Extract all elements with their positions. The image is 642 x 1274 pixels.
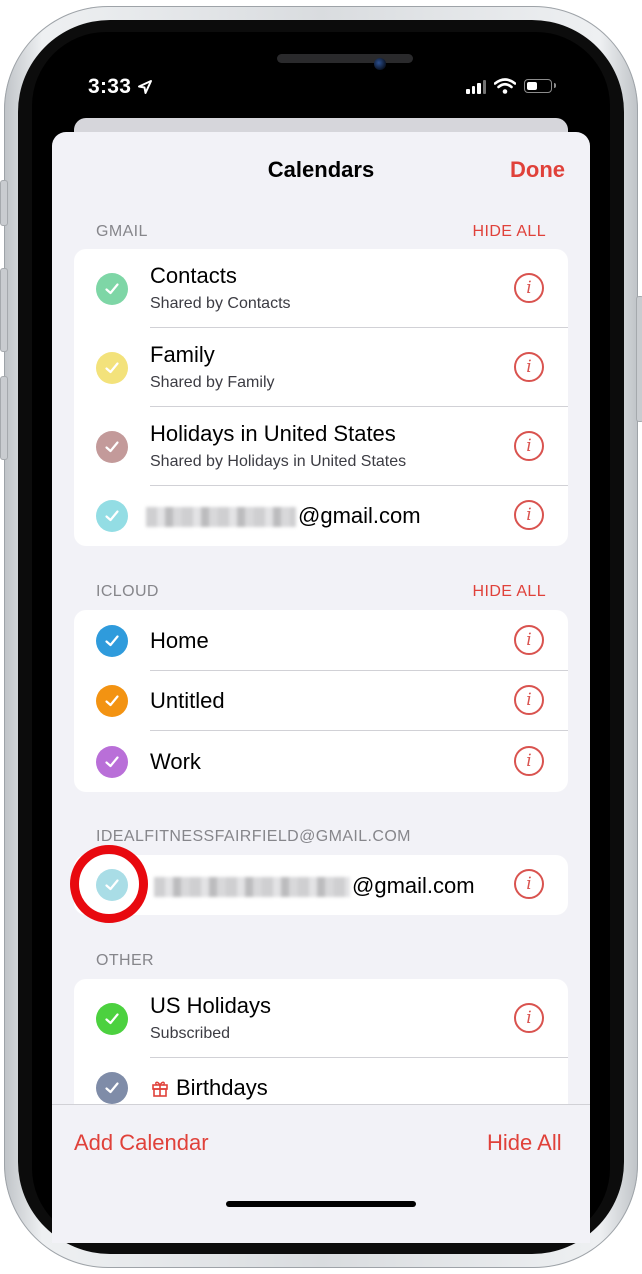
front-camera [374, 58, 386, 70]
checkmark-icon [105, 1013, 119, 1025]
calendar-title: Contacts [150, 263, 237, 288]
calendar-checkbox[interactable] [96, 352, 128, 384]
gift-icon [152, 1081, 168, 1097]
add-calendar-button[interactable]: Add Calendar [74, 1130, 209, 1156]
cellular-signal-icon [466, 78, 486, 94]
info-icon[interactable]: i [514, 625, 544, 655]
calendar-title-text: @gmail.com [352, 873, 475, 898]
calendar-checkbox[interactable] [96, 1003, 128, 1035]
calendar-row-untitled[interactable]: Untitled i [74, 671, 568, 731]
home-indicator[interactable] [226, 1201, 416, 1207]
status-time-text: 3:33 [88, 75, 132, 98]
redacted-email-blur [154, 877, 350, 898]
checkmark-icon [105, 362, 119, 374]
info-icon[interactable]: i [514, 431, 544, 461]
wifi-icon [494, 78, 516, 94]
calendar-row-family[interactable]: Family Shared by Family i [74, 328, 568, 407]
bottom-toolbar [52, 1104, 590, 1243]
battery-icon [524, 79, 556, 93]
calendar-row-idealfitness[interactable]: @gmail.com i [74, 855, 568, 915]
annotation-highlight-ring [70, 845, 148, 923]
info-icon[interactable]: i [514, 352, 544, 382]
info-icon[interactable]: i [514, 746, 544, 776]
speaker-grille [277, 54, 413, 63]
calendar-title: Home [150, 628, 209, 653]
status-time: 3:33 [88, 75, 153, 99]
calendar-row-home[interactable]: Home i [74, 610, 568, 671]
checkmark-icon [105, 635, 119, 647]
checkmark-icon [105, 283, 119, 295]
group-icloud: Home i Untitled i Work i [74, 610, 568, 792]
hide-all-gmail-button[interactable]: HIDE ALL [473, 223, 546, 241]
calendar-checkbox[interactable] [96, 431, 128, 463]
calendar-title: Untitled [150, 688, 225, 713]
calendar-title: @gmail.com [146, 503, 421, 529]
volume-up-button [0, 268, 8, 352]
group-idealfitness: @gmail.com i [74, 855, 568, 915]
calendar-row-contacts[interactable]: Contacts Shared by Contacts i [74, 249, 568, 328]
silent-switch [0, 180, 8, 226]
info-icon[interactable]: i [514, 869, 544, 899]
section-title-idealfitness: IDEALFITNESSFAIRFIELD@GMAIL.COM [96, 828, 411, 845]
info-icon[interactable]: i [514, 1003, 544, 1033]
calendar-subtitle: Shared by Family [150, 374, 275, 391]
power-button [636, 296, 642, 422]
location-arrow-icon [138, 80, 153, 94]
calendar-title-text: Birthdays [176, 1075, 268, 1100]
calendar-title: @gmail.com [154, 873, 475, 899]
calendar-checkbox[interactable] [96, 685, 128, 717]
calendar-title: US Holidays [150, 993, 272, 1018]
section-title-icloud: ICLOUD [96, 583, 159, 600]
calendar-title: Family [150, 342, 215, 367]
status-icons [466, 78, 556, 94]
calendar-title: Work [150, 749, 201, 774]
calendar-subtitle: Shared by Holidays in United States [150, 453, 407, 470]
calendar-subtitle: Subscribed [150, 1025, 231, 1042]
calendar-checkbox[interactable] [96, 746, 128, 778]
calendar-row-work[interactable]: Work i [74, 731, 568, 792]
section-header-icloud: ICLOUD HIDE ALL [96, 583, 546, 601]
calendar-title: Holidays in United States [150, 421, 396, 446]
hide-all-icloud-button[interactable]: HIDE ALL [473, 583, 546, 601]
checkmark-icon [105, 756, 119, 768]
calendar-row-holidays[interactable]: Holidays in United States Shared by Holi… [74, 407, 568, 486]
section-title-gmail: GMAIL [96, 223, 148, 240]
calendar-checkbox[interactable] [96, 625, 128, 657]
calendar-title: Birthdays [150, 1075, 268, 1101]
info-icon[interactable]: i [514, 685, 544, 715]
checkmark-icon [105, 441, 119, 453]
calendar-subtitle: Shared by Contacts [150, 295, 291, 312]
section-header-gmail: GMAIL HIDE ALL [96, 223, 546, 241]
hide-all-button[interactable]: Hide All [487, 1130, 562, 1156]
calendar-checkbox[interactable] [96, 1072, 128, 1104]
checkmark-icon [105, 510, 119, 522]
section-header-other: OTHER [96, 952, 546, 970]
calendar-checkbox[interactable] [96, 273, 128, 305]
checkmark-icon [105, 1082, 119, 1094]
calendar-checkbox[interactable] [96, 500, 128, 532]
info-icon[interactable]: i [514, 500, 544, 530]
calendar-row-gmail-account[interactable]: @gmail.com i [74, 486, 568, 546]
volume-down-button [0, 376, 8, 460]
section-header-idealfitness: IDEALFITNESSFAIRFIELD@GMAIL.COM [96, 828, 546, 846]
calendar-row-us-holidays[interactable]: US Holidays Subscribed i [74, 979, 568, 1058]
done-button[interactable]: Done [510, 157, 565, 183]
calendar-title-text: @gmail.com [298, 503, 421, 528]
info-icon[interactable]: i [514, 273, 544, 303]
redacted-email-blur [146, 507, 296, 528]
section-title-other: OTHER [96, 952, 154, 969]
group-gmail: Contacts Shared by Contacts i Family Sha… [74, 249, 568, 546]
checkmark-icon [105, 695, 119, 707]
